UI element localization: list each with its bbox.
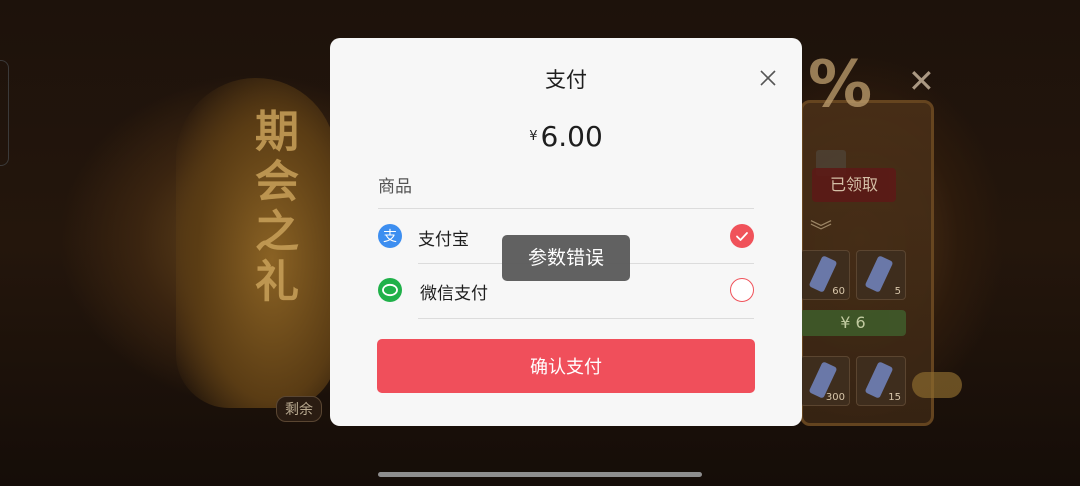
dialog-title: 支付 [545, 68, 587, 92]
payment-amount: ¥6.00 [330, 120, 802, 153]
discount-percent: % [808, 48, 873, 122]
item-count: 300 [825, 392, 845, 403]
divider [418, 318, 754, 319]
alipay-icon: 支 [378, 224, 402, 248]
reward-item: 5 [856, 250, 906, 300]
payment-option-label: 支付宝 [418, 230, 469, 250]
divider [378, 208, 754, 209]
claimed-badge: 已领取 [812, 168, 896, 202]
amount-value: 6.00 [540, 120, 603, 153]
crystal-icon [864, 255, 894, 293]
radio-unchecked[interactable] [730, 278, 754, 302]
side-handle [0, 60, 9, 166]
radio-checked[interactable] [730, 224, 754, 248]
svg-text:支: 支 [383, 229, 397, 245]
reward-items-bottom: 300 15 [800, 356, 906, 406]
item-count: 5 [894, 286, 901, 297]
item-count: 15 [888, 392, 901, 403]
chevron-down-icon: ︾ [810, 220, 833, 245]
close-icon [760, 70, 776, 86]
reward-item: 15 [856, 356, 906, 406]
error-toast: 参数错误 [502, 235, 630, 281]
product-label: 商品 [378, 177, 412, 197]
payment-option-label: 微信支付 [420, 284, 488, 304]
cloud-decoration [912, 372, 962, 398]
reward-items-top: 60 5 [800, 250, 906, 300]
reward-item: 300 [800, 356, 850, 406]
gift-banner-title: 期会之礼 [247, 108, 298, 308]
item-count: 60 [832, 286, 845, 297]
home-indicator[interactable] [378, 472, 702, 477]
confirm-payment-button[interactable]: 确认支付 [377, 339, 755, 393]
wechat-pay-icon [378, 278, 402, 302]
check-icon [736, 232, 748, 241]
reward-item: 60 [800, 250, 850, 300]
remaining-time-tag: 剩余 [276, 396, 322, 422]
currency-symbol: ¥ [529, 129, 538, 144]
payment-dialog: 支付 ¥6.00 商品 支 支付宝 微信支付 确认支付 [330, 38, 802, 426]
game-close-icon: ✕ [908, 62, 935, 100]
close-button[interactable] [754, 64, 782, 92]
price-pill: ¥ 6 [800, 310, 906, 336]
